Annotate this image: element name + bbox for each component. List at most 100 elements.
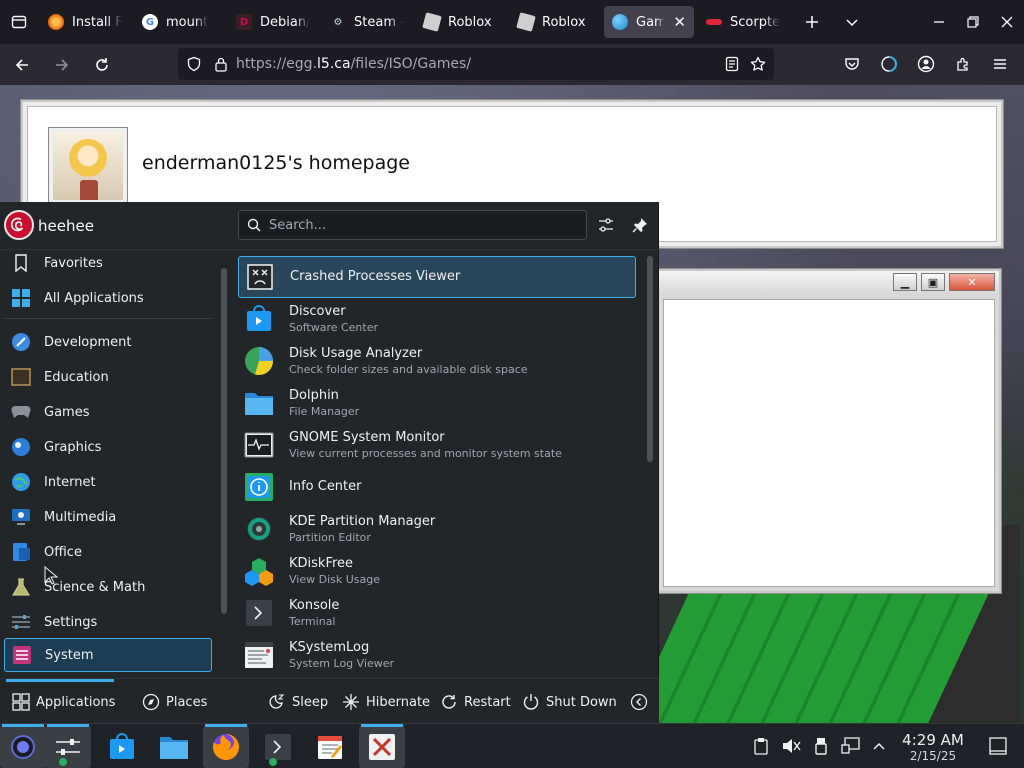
app-gnome-system-monitor[interactable]: GNOME System Monitor View current process… (238, 424, 636, 466)
tab-label: Scorpte (730, 14, 781, 30)
tray-expand-chevron-icon[interactable] (868, 735, 890, 757)
running-indicator (269, 758, 277, 766)
category-all-applications[interactable]: All Applications (4, 281, 212, 315)
category-list: Favorites All Applications Development E… (0, 250, 232, 677)
extensions-icon[interactable] (945, 48, 981, 80)
retro-minimize-icon[interactable]: ▁ (893, 273, 917, 291)
tab-roblox-1[interactable]: Roblox (416, 6, 506, 38)
shield-icon[interactable] (186, 56, 202, 72)
category-internet[interactable]: Internet (4, 465, 212, 499)
configure-sliders-icon[interactable] (595, 214, 617, 236)
app-discover[interactable]: Discover Software Center (238, 298, 636, 340)
volume-muted-icon[interactable] (780, 735, 802, 757)
taskbar-dolphin[interactable] (151, 726, 197, 768)
application-scrollbar[interactable] (647, 256, 653, 462)
hibernate-button[interactable]: Hibernate (338, 687, 434, 717)
usb-device-icon[interactable] (810, 735, 832, 757)
category-scrollbar[interactable] (221, 268, 227, 614)
retro-maximize-icon[interactable]: ▣ (921, 273, 945, 291)
tab-roblox-2[interactable]: Roblox (510, 6, 600, 38)
taskbar: 4:29 AM 2/15/25 (0, 723, 1024, 768)
back-arrow-icon[interactable] (4, 49, 40, 81)
sleep-icon (268, 693, 286, 711)
category-development[interactable]: Development (4, 325, 212, 359)
category-games[interactable]: Games (4, 395, 212, 429)
shutdown-button[interactable]: Shut Down (518, 687, 621, 717)
app-name: Info Center (289, 479, 362, 494)
tab-mount[interactable]: G mount (134, 6, 224, 38)
show-desktop-icon[interactable] (987, 735, 1009, 757)
app-dolphin[interactable]: Dolphin File Manager (238, 382, 636, 424)
hamburger-menu-icon[interactable] (982, 48, 1018, 80)
session-more-button[interactable] (626, 687, 652, 717)
tab-applications[interactable]: Applications (8, 687, 119, 717)
tab-install[interactable]: Install F (40, 6, 130, 38)
app-kdiskfree[interactable]: KDiskFree View Disk Usage (238, 550, 636, 592)
discover-icon (244, 304, 274, 334)
window-restore-icon[interactable] (956, 0, 990, 44)
category-multimedia[interactable]: Multimedia (4, 500, 212, 534)
category-system-selected[interactable]: System (4, 638, 212, 672)
network-wired-icon[interactable] (840, 735, 862, 757)
development-icon (10, 331, 32, 353)
taskbar-kate[interactable] (307, 726, 353, 768)
url-bar[interactable]: https://egg.l5.ca/files/ISO/Games/ (178, 48, 774, 80)
tab-label: Debian/ (260, 14, 310, 30)
reload-icon[interactable] (84, 49, 120, 81)
pin-icon[interactable] (629, 214, 651, 236)
category-settings[interactable]: Settings (4, 605, 212, 639)
new-tab-icon[interactable] (792, 0, 832, 44)
launcher-search-field[interactable] (238, 210, 587, 240)
bookmark-star-icon[interactable] (750, 56, 766, 72)
app-disk-usage-analyzer[interactable]: Disk Usage Analyzer Check folder sizes an… (238, 340, 636, 382)
clock-time: 4:29 AM (902, 731, 964, 749)
search-icon (247, 218, 261, 232)
app-konsole[interactable]: Konsole Terminal (238, 592, 636, 634)
taskbar-discover[interactable] (99, 726, 145, 768)
window-minimize-icon[interactable] (922, 0, 956, 44)
retro-close-icon[interactable]: ✕ (949, 273, 995, 291)
tab-debian[interactable]: D Debian/ (228, 6, 318, 38)
monitor-icon (244, 430, 274, 460)
app-info-center[interactable]: Info Center (238, 466, 636, 508)
tab-places[interactable]: Places (138, 687, 211, 717)
category-science-math[interactable]: Science & Math (4, 570, 212, 604)
tab-games-active[interactable]: Game ✕ (604, 6, 694, 38)
clipboard-icon[interactable] (750, 735, 772, 757)
app-name: Crashed Processes Viewer (290, 269, 461, 284)
restart-button[interactable]: Restart (436, 687, 515, 717)
app-description: System Log Viewer (289, 656, 395, 670)
taskbar-system-settings[interactable] (45, 724, 91, 768)
app-kde-partition-manager[interactable]: KDE Partition Manager Partition Editor (238, 508, 636, 550)
tab-scorpte[interactable]: Scorpte (698, 6, 790, 38)
tab-close-icon[interactable]: ✕ (673, 13, 686, 31)
reader-view-icon[interactable] (724, 56, 740, 72)
clock[interactable]: 4:29 AM 2/15/25 (896, 731, 970, 763)
category-graphics[interactable]: Graphics (4, 430, 212, 464)
app-name: Discover (289, 303, 346, 319)
window-close-icon[interactable] (990, 0, 1024, 44)
category-favorites[interactable]: Favorites (4, 250, 212, 280)
app-ksystemlog[interactable]: KSystemLog System Log Viewer (238, 634, 636, 676)
category-education[interactable]: Education (4, 360, 212, 394)
firefox-account-sync-icon[interactable] (871, 48, 907, 80)
forward-arrow-icon[interactable] (44, 49, 80, 81)
category-office[interactable]: Office (4, 535, 212, 569)
tab-label: Install F (72, 14, 122, 30)
app-crashed-processes-viewer[interactable]: Crashed Processes Viewer (238, 256, 636, 298)
pocket-icon[interactable] (834, 48, 870, 80)
taskbar-x-app[interactable] (359, 724, 405, 768)
app-name: KDE Partition Manager (289, 513, 436, 529)
application-launcher-button[interactable] (0, 724, 46, 768)
tab-overview-icon[interactable] (0, 0, 38, 44)
taskbar-firefox[interactable] (203, 724, 249, 768)
account-icon[interactable] (908, 48, 944, 80)
lock-icon[interactable] (214, 56, 228, 72)
tab-steam[interactable]: ⚙ Steam — (322, 6, 412, 38)
graphics-icon (10, 436, 32, 458)
taskbar-konsole[interactable] (255, 726, 301, 768)
tab-list-chevron-icon[interactable] (832, 0, 872, 44)
search-input[interactable] (269, 217, 569, 233)
sleep-button[interactable]: Sleep (264, 687, 332, 717)
user-avatar[interactable] (4, 210, 34, 240)
